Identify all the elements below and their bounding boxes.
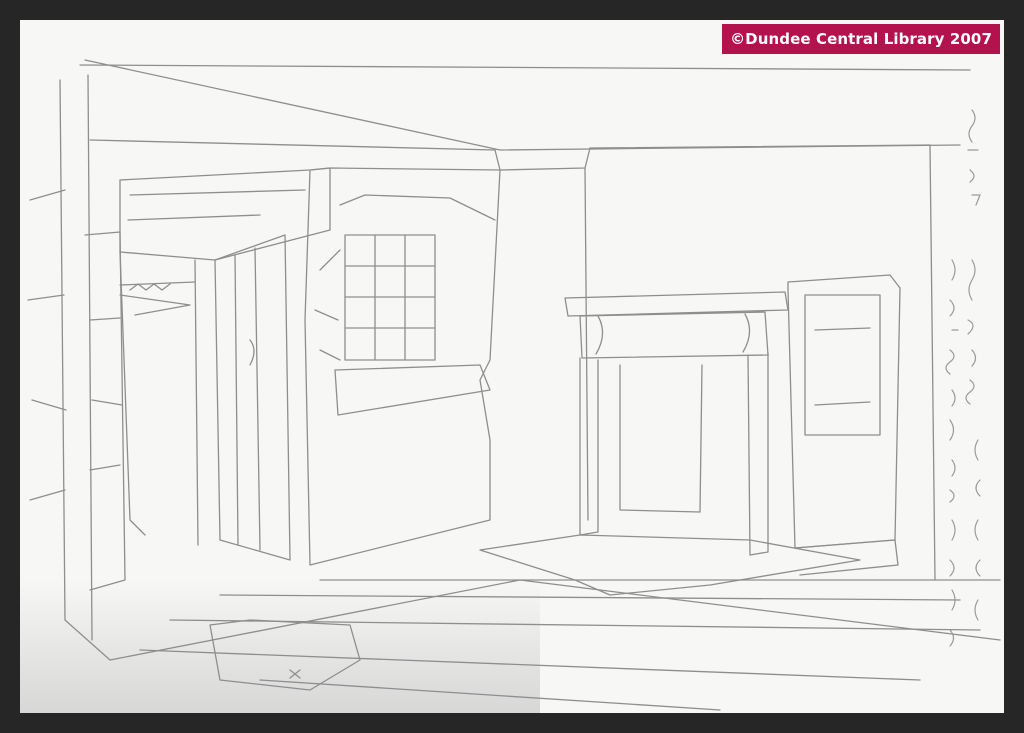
door-handle [249,339,255,366]
window-wall-block [304,167,501,566]
back-wall-right [929,144,936,581]
door-planks [234,247,261,551]
fireplace-left-jamb [579,357,599,536]
window-recess-top [339,194,496,221]
left-wall-edge [59,79,111,661]
fireplace-right-jamb [747,352,769,556]
door-lintel-lines [127,189,306,221]
doorway-frame [194,259,199,546]
pencil-sketch-kitchen-interior [20,59,1001,713]
range-door [804,294,881,436]
handwritten-annotation [945,109,981,647]
copyright-watermark: ©Dundee Central Library 2007 [722,24,1000,54]
ceiling-line [84,59,961,151]
mantel-board [579,311,769,359]
image-frame: ©Dundee Central Library 2007 [0,0,1024,733]
back-wall-corner [584,167,589,521]
ceiling-beam [89,139,591,171]
door [214,234,291,561]
left-wall-stones [27,189,67,501]
window-recess-side [314,249,341,361]
window-sill [334,364,491,416]
fireplace-opening [619,364,703,513]
range-rail [814,327,871,406]
window-mullions [344,234,436,361]
inner-room-shelf-marks [129,283,171,291]
left-wall-edge [87,74,93,641]
mantel-bracket [595,313,751,355]
door-lintel [119,167,331,261]
sketch-paper [20,20,1004,713]
stone-pillar-lines [89,317,123,471]
ceiling-line [79,64,971,71]
